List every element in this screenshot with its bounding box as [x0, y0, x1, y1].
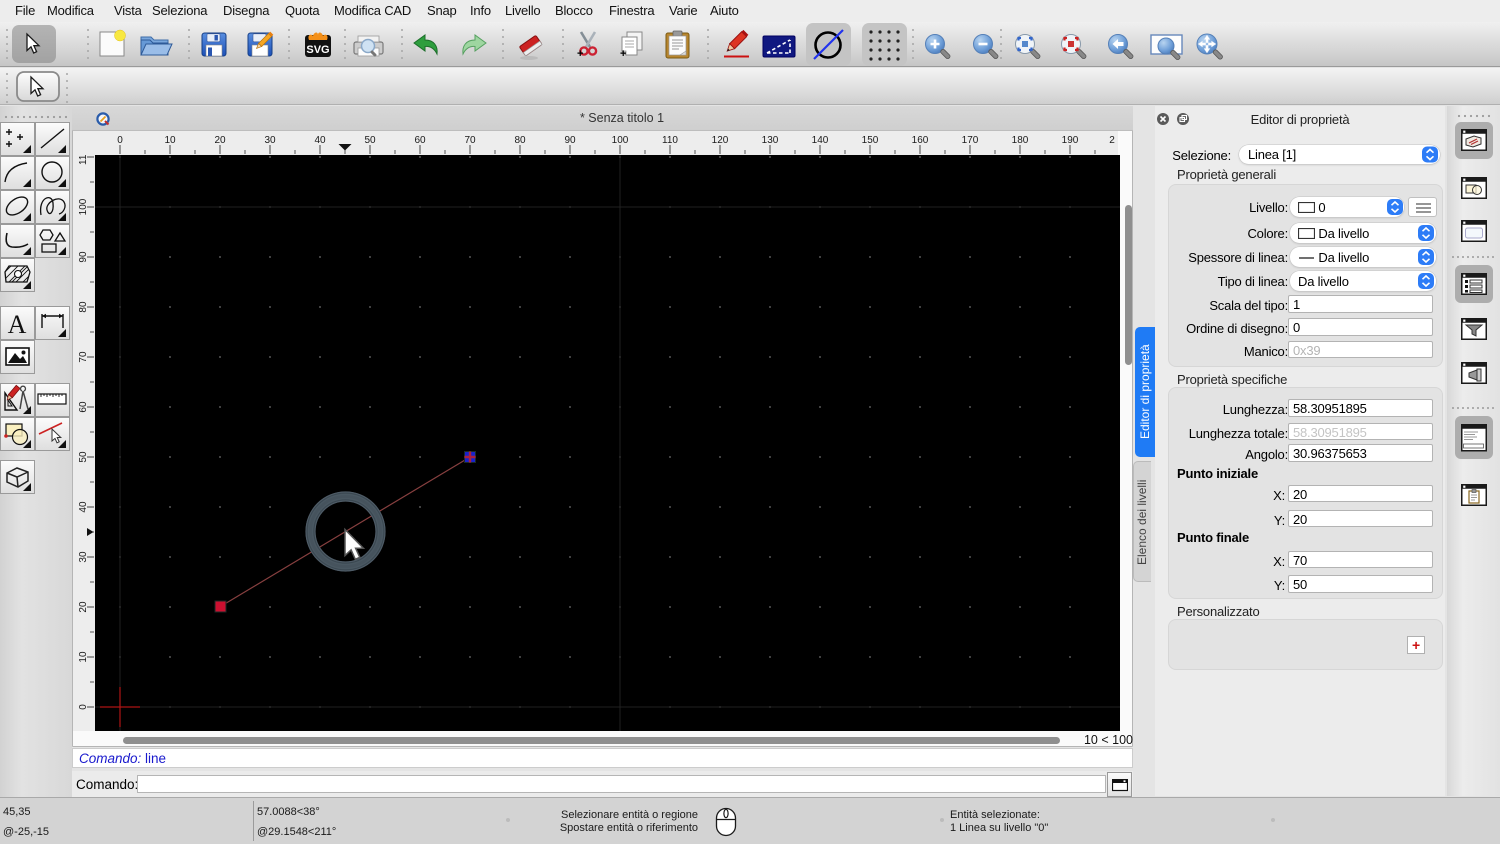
svg-text:0: 0: [117, 135, 123, 146]
svg-text:A: A: [8, 310, 27, 339]
svg-text:70: 70: [78, 351, 89, 363]
svg-text:90: 90: [78, 251, 89, 263]
svg-text:+: +: [577, 48, 583, 60]
svg-text:120: 120: [712, 135, 729, 146]
svg-text:SVG: SVG: [306, 44, 329, 56]
svg-text:150: 150: [862, 135, 879, 146]
svg-text:40: 40: [314, 135, 326, 146]
svg-text:100: 100: [78, 198, 89, 215]
svg-text:90: 90: [564, 135, 576, 146]
svg-text:10: 10: [164, 135, 176, 146]
svg-text:70: 70: [464, 135, 476, 146]
svg-text:100: 100: [612, 135, 629, 146]
svg-text:60: 60: [414, 135, 426, 146]
svg-text:10: 10: [78, 651, 89, 663]
svg-text:0: 0: [78, 704, 89, 710]
svg-text:160: 160: [912, 135, 929, 146]
svg-text:110: 110: [662, 135, 678, 146]
svg-text:130: 130: [762, 135, 779, 146]
svg-text:180: 180: [1012, 135, 1029, 146]
svg-text:140: 140: [812, 135, 829, 146]
svg-text:110: 110: [78, 155, 89, 165]
svg-text:30: 30: [264, 135, 276, 146]
svg-text:+: +: [620, 48, 626, 60]
svg-text:50: 50: [364, 135, 376, 146]
svg-text:20: 20: [214, 135, 226, 146]
svg-text:2: 2: [1109, 135, 1115, 146]
svg-text:60: 60: [78, 401, 89, 413]
svg-text:20: 20: [78, 601, 89, 613]
svg-text:30: 30: [78, 551, 89, 563]
svg-text:80: 80: [514, 135, 526, 146]
svg-text:50: 50: [78, 451, 89, 463]
svg-text:40: 40: [78, 501, 89, 513]
svg-text:80: 80: [78, 301, 89, 313]
svg-text:190: 190: [1062, 135, 1079, 146]
svg-text:170: 170: [962, 135, 979, 146]
